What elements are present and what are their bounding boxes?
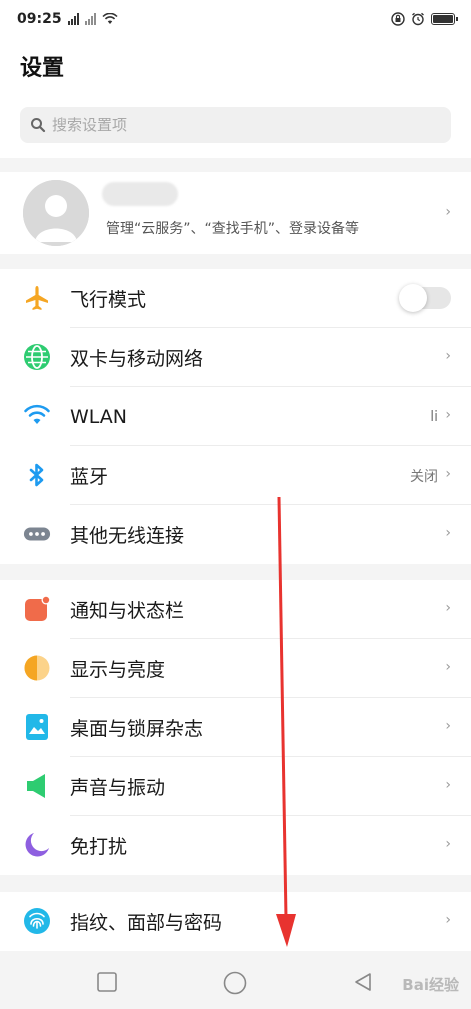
row-wlan[interactable]: WLAN li ›: [0, 387, 471, 446]
user-avatar-icon: [23, 180, 89, 246]
row-label: 声音与振动: [70, 777, 166, 799]
notification-icon: [23, 595, 51, 623]
chevron-right-icon: ›: [445, 204, 451, 220]
battery-icon: [431, 13, 458, 25]
chevron-right-icon: ›: [445, 718, 451, 734]
airplane-icon: [23, 284, 51, 312]
row-dual-sim[interactable]: 双卡与移动网络 ›: [0, 328, 471, 387]
row-other-wireless[interactable]: 其他无线连接 ›: [0, 505, 471, 564]
row-notifications[interactable]: 通知与状态栏 ›: [0, 580, 471, 639]
row-label: 桌面与锁屏杂志: [70, 718, 204, 740]
search-section: [0, 96, 471, 158]
moon-icon: [23, 831, 51, 859]
row-display-brightness[interactable]: 显示与亮度 ›: [0, 639, 471, 698]
settings-group-security: 指纹、面部与密码 ›: [0, 892, 471, 951]
search-box[interactable]: [20, 107, 451, 143]
row-sound-vibration[interactable]: 声音与振动 ›: [0, 757, 471, 816]
signal-icon: [84, 13, 96, 25]
recent-apps-icon[interactable]: [96, 971, 118, 993]
settings-group-connectivity: 飞行模式 双卡与移动网络 › WLAN li › 蓝牙 关闭 › 其他无线连接 …: [0, 269, 471, 564]
row-label: 蓝牙: [70, 466, 109, 488]
row-label: 其他无线连接: [70, 525, 185, 547]
home-icon[interactable]: [223, 971, 247, 995]
navigation-bar: [0, 957, 471, 1009]
account-card[interactable]: 管理“云服务”、“查找手机”、登录设备等 ›: [0, 172, 471, 254]
row-label: WLAN: [70, 405, 128, 428]
more-dots-icon: [23, 520, 51, 548]
account-subtitle: 管理“云服务”、“查找手机”、登录设备等: [106, 221, 360, 237]
chevron-right-icon: ›: [445, 407, 451, 423]
chevron-right-icon: ›: [445, 659, 451, 675]
row-label: 显示与亮度: [70, 659, 166, 681]
wlan-value: li: [430, 408, 438, 425]
row-fingerprint[interactable]: 指纹、面部与密码 ›: [0, 892, 471, 951]
speaker-icon: [23, 772, 51, 800]
wallpaper-icon: [23, 713, 51, 741]
search-icon: [31, 118, 46, 133]
chevron-right-icon: ›: [445, 466, 451, 482]
alarm-icon: [412, 12, 424, 26]
globe-icon: [23, 343, 51, 371]
signal-icon: [67, 13, 79, 25]
airplane-mode-toggle[interactable]: [399, 284, 451, 312]
watermark: Bai经验: [402, 976, 459, 994]
brightness-icon: [23, 654, 51, 682]
settings-group-display: 通知与状态栏 › 显示与亮度 › 桌面与锁屏杂志 › 声音与振动 › 免打扰 ›: [0, 580, 471, 875]
status-bar: 09:25: [0, 0, 471, 38]
bluetooth-icon: [23, 461, 51, 489]
chevron-right-icon: ›: [445, 348, 451, 364]
row-bluetooth[interactable]: 蓝牙 关闭 ›: [0, 446, 471, 505]
back-icon[interactable]: [352, 971, 374, 993]
row-wallpaper[interactable]: 桌面与锁屏杂志 ›: [0, 698, 471, 757]
chevron-right-icon: ›: [445, 525, 451, 541]
bluetooth-value: 关闭: [410, 468, 438, 485]
page-title: 设置: [20, 56, 65, 81]
row-label: 免打扰: [70, 836, 128, 858]
chevron-right-icon: ›: [445, 912, 451, 928]
row-label: 指纹、面部与密码: [70, 912, 223, 934]
lock-rotation-icon: [391, 12, 405, 26]
status-time: 09:25: [17, 11, 62, 27]
chevron-right-icon: ›: [445, 600, 451, 616]
wifi-icon: [101, 13, 118, 24]
row-label: 飞行模式: [70, 289, 147, 311]
chevron-right-icon: ›: [445, 836, 451, 852]
row-do-not-disturb[interactable]: 免打扰 ›: [0, 816, 471, 875]
chevron-right-icon: ›: [445, 777, 451, 793]
row-label: 通知与状态栏: [70, 600, 185, 622]
account-name-blurred: [102, 182, 178, 206]
fingerprint-icon: [23, 907, 51, 935]
row-airplane-mode[interactable]: 飞行模式: [0, 269, 471, 328]
row-label: 双卡与移动网络: [70, 348, 204, 370]
search-input[interactable]: [52, 116, 432, 134]
header: 设置: [0, 38, 471, 96]
wifi-icon: [23, 402, 51, 430]
